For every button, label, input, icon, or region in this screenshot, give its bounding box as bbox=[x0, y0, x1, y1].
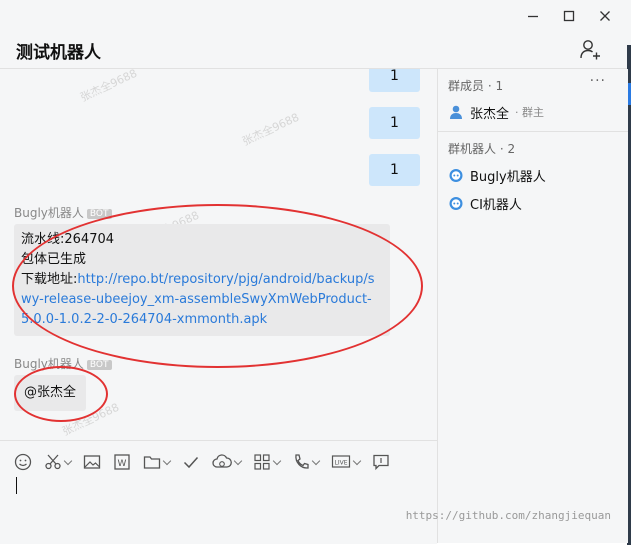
robot-icon bbox=[449, 169, 463, 182]
comment-icon bbox=[373, 454, 389, 471]
more-button[interactable]: ··· bbox=[590, 73, 606, 89]
live-button[interactable]: LIVE bbox=[331, 451, 362, 473]
message-sender: Bugly机器人 BOT bbox=[14, 204, 112, 221]
screenshot-button[interactable] bbox=[44, 451, 73, 473]
file-button[interactable] bbox=[143, 451, 172, 473]
message-line: 下载地址:http://repo.bt/repository/pjg/andro… bbox=[21, 270, 383, 330]
chat-header: 测试机器人 bbox=[0, 30, 631, 69]
bot-name: CI机器人 bbox=[470, 197, 522, 213]
task-button[interactable] bbox=[182, 451, 200, 473]
chevron-down-icon bbox=[272, 456, 282, 465]
window-controls bbox=[525, 8, 613, 24]
chat-window: 测试机器人 张杰全9688 张杰全9688 张杰全9688 张杰全9688 1 … bbox=[0, 0, 631, 545]
bot-item[interactable]: Bugly机器人 bbox=[448, 164, 546, 186]
compose-area[interactable]: W LIVE bbox=[0, 440, 437, 544]
cloud-button[interactable] bbox=[212, 451, 243, 473]
message-line: 包体已生成 bbox=[21, 252, 87, 267]
sender-name: Bugly机器人 bbox=[14, 357, 84, 371]
my-message-bubble[interactable]: 1 bbox=[369, 107, 420, 139]
text-cursor bbox=[16, 477, 17, 494]
bots-heading: 群机器人 · 2 bbox=[448, 142, 516, 156]
bot-badge: BOT bbox=[86, 208, 112, 219]
download-label: 下载地址: bbox=[21, 272, 78, 287]
minimize-icon bbox=[528, 15, 538, 18]
watermark: 张杰全9688 bbox=[240, 110, 302, 149]
bot-name: Bugly机器人 bbox=[470, 169, 546, 185]
chevron-down-icon bbox=[63, 456, 73, 465]
phone-icon bbox=[295, 454, 309, 469]
compose-toolbar: W LIVE bbox=[14, 451, 390, 473]
bot-message-bubble[interactable]: 流水线:264704 包体已生成 下载地址:http://repo.bt/rep… bbox=[14, 224, 390, 336]
member-item[interactable]: 张杰全 · 群主 bbox=[448, 101, 544, 123]
chevron-down-icon bbox=[352, 456, 362, 465]
sender-name: Bugly机器人 bbox=[14, 206, 84, 220]
call-button[interactable] bbox=[292, 451, 321, 473]
add-user-icon bbox=[580, 40, 600, 60]
chevron-down-icon bbox=[233, 456, 243, 465]
member-name: 张杰全 bbox=[470, 106, 510, 122]
members-heading: 群成员 · 1 bbox=[448, 79, 504, 93]
chevron-down-icon bbox=[311, 456, 321, 465]
folder-icon bbox=[143, 456, 161, 469]
message-sender: Bugly机器人 BOT bbox=[14, 355, 112, 372]
my-message-bubble[interactable]: 1 bbox=[369, 154, 420, 186]
footer-watermark: https://github.com/zhangjiequan bbox=[405, 509, 611, 522]
bot-item[interactable]: CI机器人 bbox=[448, 192, 522, 214]
robot-icon bbox=[449, 197, 463, 210]
minimize-button[interactable] bbox=[525, 8, 541, 24]
close-icon bbox=[600, 11, 610, 21]
maximize-button[interactable] bbox=[561, 8, 577, 24]
chevron-down-icon bbox=[162, 456, 172, 465]
divider bbox=[438, 131, 628, 132]
comment-button[interactable] bbox=[372, 451, 390, 473]
bot-message-bubble[interactable]: @张杰全 bbox=[14, 375, 87, 411]
user-icon bbox=[450, 105, 462, 119]
image-icon bbox=[83, 455, 101, 469]
message-list[interactable]: 张杰全9688 张杰全9688 张杰全9688 张杰全9688 1 1 1 Bu… bbox=[0, 69, 437, 439]
image-button[interactable] bbox=[83, 451, 101, 473]
bot-badge: BOT bbox=[86, 359, 112, 370]
chat-title: 测试机器人 bbox=[16, 43, 101, 63]
member-role: · 群主 bbox=[515, 106, 545, 119]
scissors-icon bbox=[45, 454, 61, 470]
add-member-button[interactable] bbox=[579, 38, 601, 60]
svg-text:LIVE: LIVE bbox=[334, 460, 347, 467]
emoji-button[interactable] bbox=[14, 451, 32, 473]
word-icon: W bbox=[114, 454, 130, 470]
document-button[interactable]: W bbox=[113, 451, 131, 473]
my-message-bubble[interactable]: 1 bbox=[369, 69, 420, 92]
maximize-icon bbox=[563, 10, 575, 22]
check-icon bbox=[183, 456, 199, 469]
svg-text:W: W bbox=[118, 459, 127, 469]
live-icon: LIVE bbox=[331, 455, 351, 468]
member-sidebar: 群成员 · 1 ··· 张杰全 · 群主 群机器人 · 2 Bugly机器人 C… bbox=[437, 69, 628, 543]
cloud-icon bbox=[212, 454, 232, 468]
message-line: 流水线:264704 bbox=[21, 232, 115, 247]
apps-icon bbox=[254, 454, 270, 470]
emoji-icon bbox=[14, 453, 32, 471]
close-button[interactable] bbox=[597, 8, 613, 24]
apps-button[interactable] bbox=[253, 451, 282, 473]
watermark: 张杰全9688 bbox=[78, 69, 140, 105]
